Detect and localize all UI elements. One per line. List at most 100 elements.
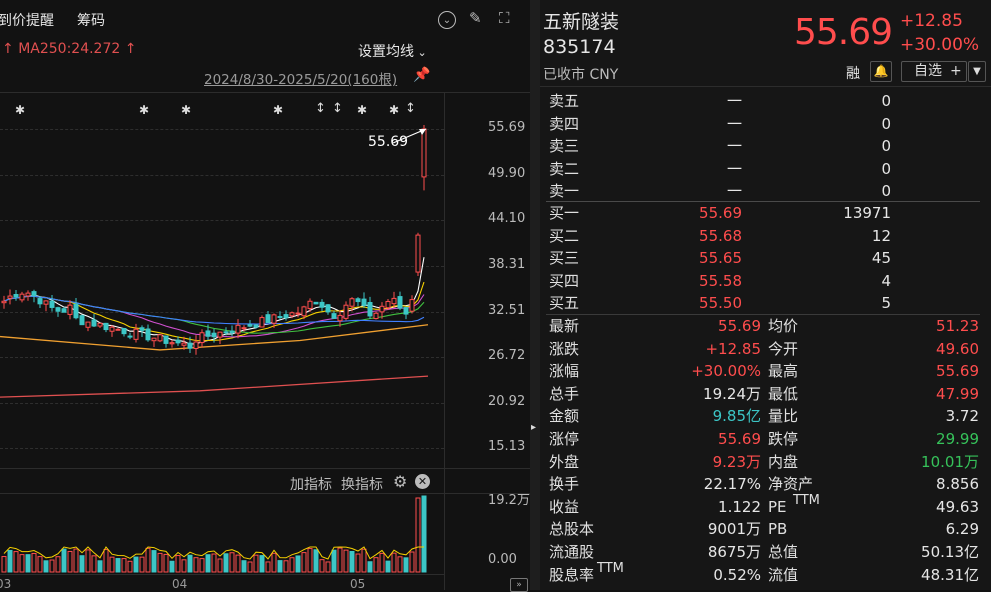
volume-bar (25, 554, 31, 573)
candle-body (337, 314, 343, 322)
volume-plot[interactable] (0, 494, 444, 574)
stat-value: +12.85 (705, 339, 761, 358)
orderbook-row[interactable]: 买五 55.50 5 (540, 292, 991, 314)
ma-settings-label: 设置均线 (358, 44, 414, 60)
stat-value: 9.23万 (712, 452, 761, 471)
stat-label: 跌停 (768, 430, 799, 448)
orderbook-price: 55.50 (699, 294, 742, 313)
orderbook-row[interactable]: 买一 55.69 13971 (540, 202, 991, 224)
stat-label: 流通股 (549, 543, 595, 561)
volume-bar (187, 554, 193, 573)
fullscreen-icon[interactable]: ⛶ (499, 9, 510, 27)
dropdown-icon[interactable]: ▼ (968, 61, 986, 82)
chip-distribution-tab[interactable]: 筹码 (77, 10, 105, 30)
orderbook-level-label: 买五 (549, 294, 580, 313)
orderbook-row[interactable]: 买二 55.68 12 (540, 225, 991, 247)
stat-row: 涨停 55.69 跌停 29.99 (540, 428, 991, 450)
candle-body (67, 304, 73, 315)
candle-body (385, 301, 391, 309)
orderbook-price: 55.65 (699, 249, 742, 268)
candle-body (199, 332, 205, 344)
stat-label: 最高 (768, 362, 799, 381)
volume-tick: 19.2万 (488, 493, 530, 508)
orderbook-row[interactable]: 卖二 一 0 (540, 158, 991, 180)
candle-body (175, 339, 181, 344)
candle-body (49, 300, 55, 308)
stat-value: 50.13亿 (921, 543, 979, 561)
candle-body (37, 298, 43, 305)
volume-bar (289, 557, 295, 573)
ma-settings-button[interactable]: 设置均线 ⌄ (358, 41, 427, 61)
brush-icon[interactable]: ✎ (469, 9, 482, 27)
stat-label: 内盘 (768, 452, 799, 471)
stat-label: 收益 (549, 497, 580, 516)
volume-bar (85, 549, 91, 573)
volume-bar (139, 556, 145, 573)
bell-icon[interactable]: 🔔 (870, 61, 892, 82)
stat-row: 总手 19.24万 最低 47.99 (540, 383, 991, 405)
volume-bar (319, 559, 325, 573)
candle-body (187, 342, 193, 349)
stat-label: PE (768, 497, 787, 516)
orderbook-volume: 0 (881, 114, 891, 133)
plus-icon: + (950, 63, 962, 79)
kline-chart-pane[interactable]: 到价提醒 筹码 ⌄ ✎ ⛶ ↑ MA250:24.272 ↑ 设置均线 ⌄ 20… (0, 0, 530, 592)
volume-bar (337, 547, 343, 573)
candle-body (19, 293, 25, 301)
candle-body (319, 301, 325, 308)
stat-value: 19.24万 (703, 384, 761, 403)
candle-body (73, 303, 79, 319)
collapse-arrow-icon[interactable]: ▸ (531, 422, 536, 433)
add-watchlist-button[interactable]: 自选 + (901, 61, 967, 82)
stat-label: 量比 (768, 407, 799, 426)
stat-label: 流值 (768, 565, 799, 584)
orderbook-volume: 13971 (843, 204, 891, 222)
volume-bar (313, 549, 319, 573)
close-icon[interactable]: ✕ (415, 474, 430, 489)
gear-icon[interactable]: ⚙ (393, 472, 407, 491)
candle-body (259, 317, 265, 328)
volume-bar (403, 557, 409, 573)
stat-label: 均价 (768, 317, 799, 335)
pin-icon[interactable]: 📌 (413, 67, 430, 83)
stat-value: 3.72 (945, 407, 979, 426)
volume-divider (0, 468, 530, 469)
panel-splitter[interactable]: ▸ (530, 0, 540, 590)
stat-value: 55.69 (936, 362, 979, 381)
orderbook-level-label: 买三 (549, 249, 580, 268)
quote-panel: 五新隧装 835174 已收市 CNY 55.69 +12.85 +30.00%… (540, 0, 991, 590)
candle-body (145, 328, 151, 341)
stat-label-sup: TTM (597, 560, 624, 576)
price-alert-tab[interactable]: 到价提醒 (0, 10, 54, 30)
orderbook-volume: 0 (881, 137, 891, 156)
orderbook-row[interactable]: 卖五 一 0 (540, 90, 991, 112)
switch-indicator-button[interactable]: 换指标 (341, 474, 383, 494)
date-range-label[interactable]: 2024/8/30-2025/5/20(160根) (204, 68, 397, 88)
volume-bar (163, 553, 169, 573)
candle-body (79, 315, 85, 326)
time-tick: 03 (0, 577, 12, 591)
candle-body (13, 294, 19, 298)
candle-body (313, 301, 319, 305)
candle-body (415, 234, 421, 273)
stat-label: 涨停 (549, 430, 580, 448)
add-indicator-button[interactable]: 加指标 (290, 474, 332, 494)
orderbook-volume: 12 (871, 226, 891, 245)
last-price-annotation: 55.69 (368, 134, 409, 150)
orderbook-row[interactable]: 买三 55.65 45 (540, 247, 991, 269)
candle-body (217, 331, 223, 338)
orderbook-price: 55.69 (699, 204, 742, 222)
orderbook-row[interactable]: 卖三 一 0 (540, 135, 991, 157)
stat-label: 外盘 (549, 452, 580, 471)
orderbook-row[interactable]: 买四 55.58 4 (540, 270, 991, 292)
candle-body (367, 302, 373, 317)
candle-body (61, 308, 67, 313)
orderbook-price: 55.68 (699, 226, 742, 245)
orderbook-price: 一 (726, 137, 742, 156)
orderbook-row[interactable]: 卖一 一 0 (540, 180, 991, 202)
stock-code: 835174 (543, 36, 616, 58)
chevron-down-circle-icon[interactable]: ⌄ (438, 11, 456, 29)
volume-bar (193, 557, 199, 573)
orderbook-row[interactable]: 卖四 一 0 (540, 113, 991, 135)
volume-bar (157, 552, 163, 573)
